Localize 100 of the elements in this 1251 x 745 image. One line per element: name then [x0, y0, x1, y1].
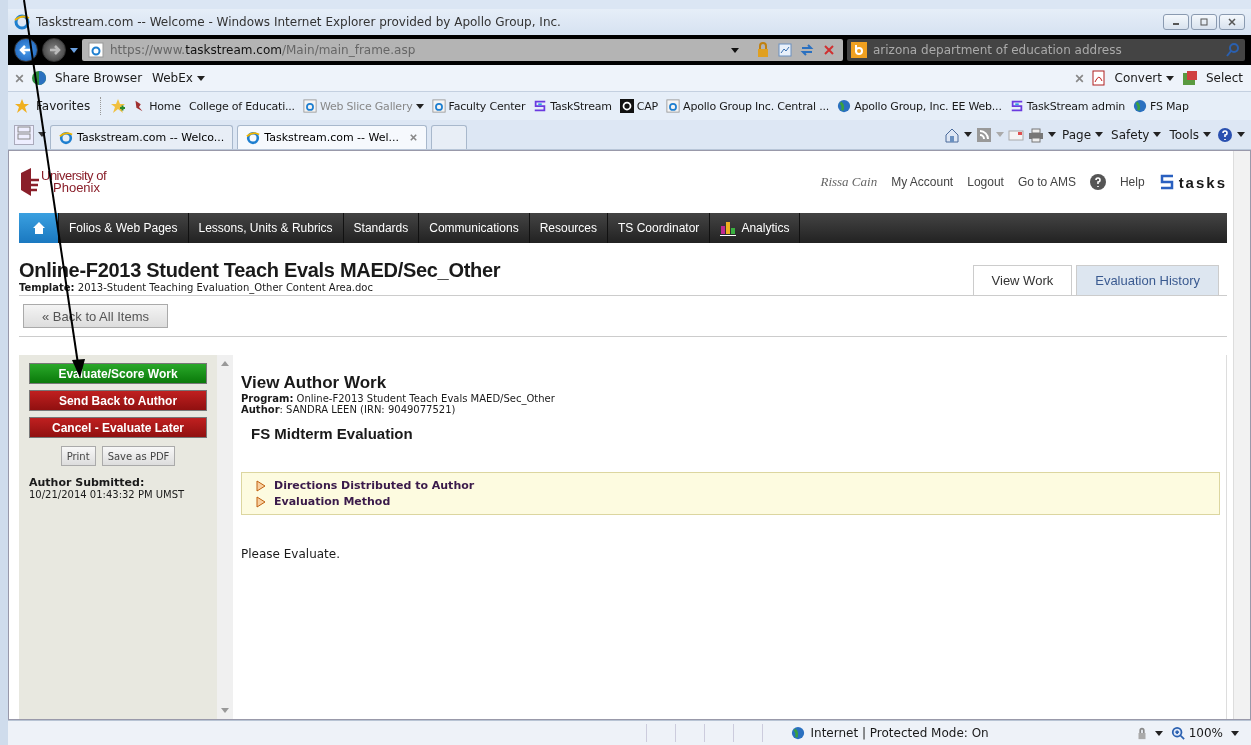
favorite-link[interactable]: College of Educati... [186, 99, 297, 113]
nav-tab[interactable]: Analytics [710, 213, 801, 243]
quick-tabs-icon [17, 126, 31, 140]
ring-icon [619, 99, 634, 113]
sidebar-scrollbar[interactable] [217, 355, 233, 719]
toolbar-button[interactable]: Share Browser [53, 71, 145, 85]
close-icon[interactable] [1073, 72, 1085, 84]
command-menu[interactable]: Page [1060, 127, 1106, 142]
caret-icon [415, 103, 424, 109]
scroll-up-icon[interactable] [221, 361, 229, 366]
favorite-link[interactable]: FS Map [1131, 99, 1191, 113]
action-button[interactable]: Evaluate/Score Work [29, 363, 207, 384]
zoom-button[interactable]: 100% [1168, 726, 1225, 740]
nav-tab[interactable]: Resources [529, 213, 608, 243]
address-field[interactable]: https://www.taskstream.com/Main/main_frame.asp [82, 39, 843, 61]
home-icon [31, 221, 46, 235]
scroll-down-icon[interactable] [221, 708, 229, 713]
forward-button[interactable] [42, 38, 66, 62]
page-icon [666, 99, 681, 113]
refresh-icon[interactable] [799, 42, 815, 58]
caret-icon[interactable] [1154, 730, 1163, 736]
add-favorite-icon[interactable] [110, 98, 127, 114]
nav-tab[interactable]: TS Coordinator [608, 213, 711, 243]
browser-tab[interactable]: Taskstream.com -- Welco... [50, 125, 234, 149]
globe-icon [837, 99, 852, 113]
home-icon[interactable] [944, 126, 960, 143]
user-name: Rissa Cain [820, 174, 878, 190]
favorite-link[interactable]: Faculty Center [429, 99, 528, 113]
expander-link[interactable]: Directions Distributed to Author [256, 479, 475, 492]
triangle-icon [256, 495, 266, 508]
toolbar-button[interactable]: WebEx [150, 71, 207, 85]
header-link[interactable]: Go to AMS [1017, 175, 1076, 189]
caret-icon[interactable] [964, 132, 972, 137]
submitted-date: 10/21/2014 01:43:32 PM UMST [29, 489, 186, 500]
star-icon [14, 98, 30, 114]
help-icon[interactable] [1217, 126, 1233, 143]
url-text: https://www.taskstream.com/Main/main_frame.asp [110, 43, 416, 57]
nav-tab[interactable]: Standards [343, 213, 420, 243]
content-heading: View Author Work [241, 373, 388, 393]
favorite-link[interactable]: CAP [617, 99, 661, 113]
page-scrollbar[interactable] [1233, 151, 1250, 719]
close-button[interactable] [1219, 14, 1245, 30]
caret-icon[interactable] [1237, 132, 1245, 137]
close-icon[interactable] [409, 133, 419, 142]
bar-chart-icon [720, 220, 737, 236]
nav-tab[interactable]: Communications [419, 213, 530, 243]
minimize-button[interactable] [1163, 14, 1189, 30]
small-button[interactable]: Save as PDF [101, 446, 176, 466]
header-link[interactable]: My Account [891, 175, 954, 189]
favorite-link[interactable]: TaskStream admin [1007, 99, 1128, 113]
back-button[interactable] [14, 38, 38, 62]
favorite-link[interactable]: Home [130, 99, 183, 113]
triangle-icon [256, 479, 266, 492]
toolbar-button[interactable]: Convert [1112, 71, 1176, 85]
globe-icon [31, 70, 47, 86]
close-icon[interactable] [14, 72, 25, 84]
browser-icon [14, 14, 30, 30]
author-text: Author: SANDRA LEEN (IRN: 9049077521) [241, 404, 457, 415]
taskstream-icon [533, 99, 548, 113]
caret-icon[interactable] [38, 132, 46, 137]
favorite-link[interactable]: TaskStream [531, 99, 614, 113]
action-button[interactable]: Cancel - Evaluate Later [29, 417, 207, 438]
logo-text: Phoenix [53, 182, 101, 194]
window-title: Taskstream.com -- Welcome - Windows Internet Explorer provided by Apollo Group, Inc. [36, 15, 561, 29]
command-menu[interactable]: Safety [1109, 127, 1164, 142]
select-icon [1181, 70, 1198, 86]
view-tab[interactable]: View Work [972, 265, 1073, 295]
favorite-link[interactable]: Apollo Group, Inc. EE Web... [835, 99, 1004, 113]
caret-icon [1203, 132, 1211, 137]
action-button[interactable]: Send Back to Author [29, 390, 207, 411]
header-link[interactable]: Help [1119, 175, 1145, 189]
help-icon[interactable] [1089, 174, 1106, 190]
caret-icon[interactable] [1231, 730, 1239, 736]
nav-tab[interactable]: Lessons, Units & Rubrics [188, 213, 344, 243]
command-menu[interactable]: Tools [1167, 127, 1213, 142]
browser-icon [246, 130, 261, 145]
view-tab[interactable]: Evaluation History [1076, 265, 1219, 295]
logo-icon [19, 167, 39, 197]
caret-icon [1153, 132, 1162, 137]
caret-icon[interactable] [731, 47, 739, 53]
toolbar-button[interactable]: Select [1203, 71, 1245, 85]
printer-icon[interactable] [1028, 126, 1044, 143]
search-engine-icon [851, 42, 867, 58]
browser-tab[interactable]: Taskstream.com -- Wel... [237, 125, 428, 149]
globe-icon [790, 726, 805, 740]
program-text: Program: Online-F2013 Student Teach Evals MAED/Sec_Other [241, 393, 556, 404]
header-link[interactable]: Logout [967, 175, 1004, 189]
favorite-link[interactable]: Apollo Group Inc. Central ... [664, 99, 832, 113]
globe-icon [1133, 99, 1148, 113]
nav-tab[interactable]: Folios & Web Pages [59, 213, 189, 243]
compatibility-icon[interactable] [777, 42, 793, 58]
search-field[interactable]: arizona department of education address [847, 39, 1245, 61]
pdf-icon [1090, 70, 1107, 86]
home-tab[interactable] [19, 213, 59, 243]
expander-link[interactable]: Evaluation Method [256, 495, 391, 508]
security-zone: Internet | Protected Mode: On [810, 726, 989, 740]
brand-name: tasks [1178, 173, 1227, 191]
caret-icon[interactable] [1048, 132, 1056, 137]
caret-icon[interactable] [70, 47, 78, 53]
small-button[interactable]: Print [60, 446, 96, 466]
